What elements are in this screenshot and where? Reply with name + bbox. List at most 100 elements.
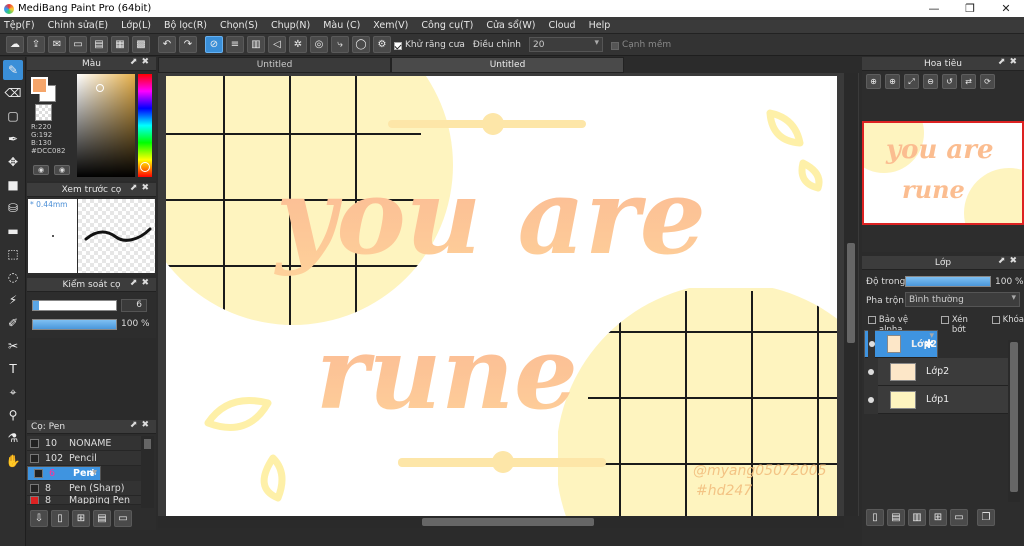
edge-checkbox[interactable]: [610, 41, 619, 50]
menu-layer[interactable]: Lớp(L): [121, 20, 151, 31]
brush-item[interactable]: 10 NONAME: [27, 436, 141, 451]
zoom-in-icon[interactable]: ⊕: [866, 74, 881, 89]
menu-edit[interactable]: Chỉnh sửa(E): [48, 20, 109, 31]
eyedropper-icon[interactable]: ⚲: [3, 405, 23, 425]
rotate-left-icon[interactable]: ↺: [942, 74, 957, 89]
panel-controls-icon[interactable]: ⬈✖: [998, 256, 1021, 266]
brush-list-scrollbar[interactable]: [141, 436, 154, 508]
saturation-value-picker[interactable]: [77, 74, 135, 177]
color-picker-cursor[interactable]: [96, 84, 104, 92]
menu-select[interactable]: Chọn(S): [220, 20, 258, 31]
shape-tool-icon[interactable]: ■: [3, 175, 23, 195]
divide-tool-icon[interactable]: ⌖: [3, 382, 23, 402]
gradient-tool-icon[interactable]: ▬: [3, 221, 23, 241]
rect-tool-icon[interactable]: ▢: [3, 106, 23, 126]
cloud-icon[interactable]: ☁: [6, 36, 24, 53]
flip-icon[interactable]: ⇄: [961, 74, 976, 89]
new-layer-icon[interactable]: ▯: [866, 509, 884, 526]
move-tool-icon[interactable]: ✥: [3, 152, 23, 172]
brush-item[interactable]: 8 Pen (Sharp): [27, 481, 141, 496]
layer-item-selected[interactable]: Lớp2 ✱: [864, 330, 938, 358]
menu-snap[interactable]: Chụp(N): [271, 20, 310, 31]
horizontal-scrollbar[interactable]: [158, 516, 844, 528]
menu-filter[interactable]: Bộ lọc(R): [164, 20, 207, 31]
transparent-swatch[interactable]: [35, 104, 52, 121]
upload-icon[interactable]: ⇪: [27, 36, 45, 53]
reset-icon[interactable]: ⟳: [980, 74, 995, 89]
menu-tools[interactable]: Công cụ(T): [421, 20, 473, 31]
color-history-icon[interactable]: ◉: [33, 165, 49, 175]
panel-controls-icon[interactable]: ⬈✖: [998, 57, 1021, 67]
new-halftone-layer-icon[interactable]: ▤: [887, 509, 905, 526]
bucket-tool-icon[interactable]: ⛁: [3, 198, 23, 218]
color-add-icon[interactable]: ◉: [54, 165, 70, 175]
snap-off-icon[interactable]: ⊘: [205, 36, 223, 53]
adjust-select[interactable]: 20: [528, 37, 603, 52]
panel-controls-icon[interactable]: ⬈✖: [130, 278, 153, 288]
brush-add-icon[interactable]: ⊞: [72, 510, 90, 527]
undo-icon[interactable]: ↶: [158, 36, 176, 53]
pen-tool-icon[interactable]: ✒: [3, 129, 23, 149]
menu-color[interactable]: Màu (C): [323, 20, 360, 31]
brush-folder-icon[interactable]: ▭: [114, 510, 132, 527]
curve-snap-icon[interactable]: ⤷: [331, 36, 349, 53]
menu-help[interactable]: Help: [589, 20, 611, 31]
panel-controls-icon[interactable]: ⬈✖: [130, 183, 153, 193]
comment-icon[interactable]: ✉: [48, 36, 66, 53]
vertical-scrollbar[interactable]: [844, 73, 858, 516]
new-8bit-layer-icon[interactable]: ▥: [908, 509, 926, 526]
panels-icon[interactable]: ▦: [111, 36, 129, 53]
layer-item[interactable]: Lớp2: [864, 357, 1008, 386]
maximize-button[interactable]: ❐: [952, 0, 988, 17]
select-rect-icon[interactable]: ⬚: [3, 244, 23, 264]
menu-window[interactable]: Cửa sổ(W): [486, 20, 535, 31]
select-eraser-icon[interactable]: ✂: [3, 336, 23, 356]
redo-icon[interactable]: ↷: [179, 36, 197, 53]
minimize-button[interactable]: —: [916, 0, 952, 17]
add-layer-menu-icon[interactable]: ⊞: [929, 509, 947, 526]
panel-controls-icon[interactable]: ⬈✖: [130, 420, 153, 430]
artwork-canvas[interactable]: you are rune @myang05072005 #hd247: [158, 73, 859, 516]
fit-icon[interactable]: ⤢: [904, 74, 919, 89]
primary-color-swatch[interactable]: [31, 77, 48, 94]
text-tool-icon[interactable]: T: [3, 359, 23, 379]
menu-cloud[interactable]: Cloud: [548, 20, 575, 31]
ellipse-snap-icon[interactable]: ◯: [352, 36, 370, 53]
visibility-icon[interactable]: [864, 357, 878, 386]
menu-file[interactable]: Tệp(F): [4, 20, 35, 31]
clipping-checkbox[interactable]: [941, 316, 949, 324]
circle-snap-icon[interactable]: ◎: [310, 36, 328, 53]
layer-settings-icon[interactable]: ✱: [924, 337, 934, 351]
eraser-tool-icon[interactable]: ⌫: [3, 83, 23, 103]
canvas-area[interactable]: you are rune @myang05072005 #hd247: [158, 73, 859, 516]
zoom-in2-icon[interactable]: ⊕: [885, 74, 900, 89]
visibility-icon[interactable]: [868, 330, 875, 358]
brush-size-value[interactable]: 6: [121, 299, 147, 312]
tab-untitled-1[interactable]: Untitled: [158, 57, 391, 73]
document-icon[interactable]: ▤: [90, 36, 108, 53]
blend-select[interactable]: Bình thường: [905, 292, 1020, 307]
menu-view[interactable]: Xem(V): [373, 20, 408, 31]
brush-settings-icon[interactable]: ✱: [89, 468, 97, 479]
hue-slider[interactable]: [138, 74, 152, 177]
brush-cloud-icon[interactable]: ⇩: [30, 510, 48, 527]
duplicate-layer-icon[interactable]: ❐: [977, 509, 995, 526]
layer-opacity-slider[interactable]: [905, 276, 991, 287]
lasso-icon[interactable]: ◌: [3, 267, 23, 287]
layer-scrollbar[interactable]: [1008, 340, 1020, 502]
brush-tool-icon[interactable]: ✎: [3, 60, 23, 80]
parallel-snap-icon[interactable]: ≡: [226, 36, 244, 53]
cross-snap-icon[interactable]: ▥: [247, 36, 265, 53]
panel-controls-icon[interactable]: ⬈✖: [130, 57, 153, 67]
brush-new-icon[interactable]: ▯: [51, 510, 69, 527]
antialias-checkbox[interactable]: [394, 41, 402, 50]
brush-item-selected[interactable]: 6 Pen ✱: [27, 466, 101, 481]
select-pen-icon[interactable]: ✐: [3, 313, 23, 333]
radial-snap-icon[interactable]: ✲: [289, 36, 307, 53]
navigator-thumbnail[interactable]: you are rune: [862, 121, 1024, 225]
dropper2-icon[interactable]: ⚗: [3, 428, 23, 448]
brush-item[interactable]: 102 Pencil: [27, 451, 141, 466]
tab-untitled-2[interactable]: Untitled: [391, 57, 624, 73]
layer-item[interactable]: Lớp1: [864, 385, 1008, 414]
gallery-icon[interactable]: ▭: [69, 36, 87, 53]
